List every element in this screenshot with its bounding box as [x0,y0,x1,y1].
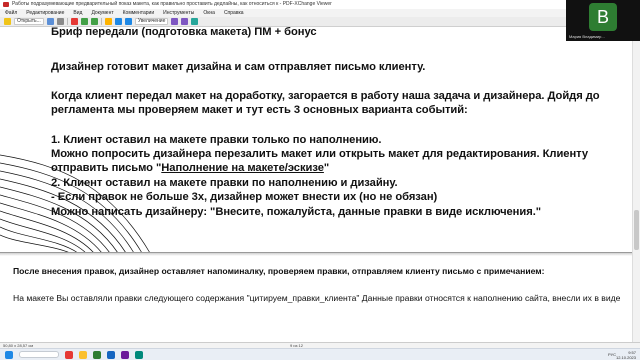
fit-page-icon[interactable] [171,18,179,25]
menu-item-edit[interactable]: Редактирование [26,9,64,17]
start-icon[interactable] [5,350,13,359]
slide-text-case-1: 1. Клиент оставил на макете правки тольк… [51,134,382,146]
toolbar-divider [66,18,68,25]
app-icon-teal[interactable] [135,350,143,359]
slide-text-client-1: Когда клиент передал макет на доработку,… [51,90,600,102]
clock-date: 12.10.2023 [615,355,636,360]
page2-notice: После внесения правок, дизайнер оставляе… [13,266,545,276]
toolbar-divider [100,18,102,25]
slide-text-case-2: 2. Клиент оставил на макете правки по на… [51,177,398,189]
print-icon[interactable] [56,18,64,25]
menu-item-file[interactable]: Файл [5,9,17,17]
vertical-scrollbar[interactable] [632,27,640,342]
page2-body: На макете Вы оставляли правки следующего… [13,293,621,303]
slide-text-case-2-note: Можно написать дизайнеру: "Внесите, пожа… [51,206,542,218]
avatar: В [589,3,617,31]
hand-tool-icon[interactable] [104,18,112,25]
slide-text-case-1-detail: Можно попросить дизайнера перезалить мак… [51,148,589,160]
menu-bar: Файл Редактирование Вид Документ Коммент… [0,9,566,17]
open-button[interactable]: Открыть... [14,18,44,25]
zoom-tool-icon[interactable] [124,18,132,25]
browser-icon[interactable] [107,350,115,359]
menu-item-tools[interactable]: Инструменты [163,9,194,17]
page-shadow [0,253,632,256]
back-icon[interactable] [80,18,88,25]
pdf-icon[interactable] [70,18,78,25]
select-tool-icon[interactable] [114,18,122,25]
slide-text-letter-prefix: отправить письмо " [51,162,162,174]
participant-name: Мария Владимир... [569,34,605,39]
menu-item-windows[interactable]: Окна [203,9,215,17]
rotate-icon[interactable] [191,18,199,25]
toolbar: Открыть... Увеличение [0,17,566,27]
slide-text-designer: Дизайнер готовит макет дизайна и сам отп… [51,61,426,73]
pdf-viewer-icon[interactable] [65,350,73,359]
zoom-button[interactable]: Увеличение [134,18,169,25]
menu-item-help[interactable]: Справка [224,9,244,17]
menu-item-document[interactable]: Документ [91,9,113,17]
system-clock[interactable]: 9:57 12.10.2023 [616,350,636,360]
taskbar-search[interactable] [19,351,59,358]
taskbar: РУС 9:57 12.10.2023 [0,348,640,360]
letter-template-link[interactable]: Наполнение на макете/эскизе [161,162,324,174]
scrollbar-thumb[interactable] [634,210,639,250]
app-icon-purple[interactable] [121,350,129,359]
window-titlebar: Работы подразумевающие предварительный п… [0,0,566,9]
video-call-tile[interactable]: В Мария Владимир... [566,0,640,41]
language-indicator[interactable]: РУС [608,352,616,357]
slide-text-brief: Бриф передали (подготовка макета) ПМ + б… [51,27,317,38]
app-icon-green[interactable] [93,350,101,359]
slide-text-client-2: регламента мы проверяем макет и тут есть… [51,104,468,116]
file-explorer-icon[interactable] [79,350,87,359]
window-title: Работы подразумевающие предварительный п… [12,1,332,7]
slide-text-case-2-detail: - Если правок не больше 3х, дизайнер мож… [51,191,438,203]
slide-text-case-1-letter: отправить письмо "Наполнение на макете/э… [51,161,329,175]
pdf-page-current: Бриф передали (подготовка макета) ПМ + б… [0,27,632,273]
app-icon [3,2,9,7]
menu-item-comments[interactable]: Комментарии [123,9,155,17]
slide-text-letter-suffix: " [323,162,330,174]
menu-item-view[interactable]: Вид [73,9,82,17]
save-icon[interactable] [46,18,54,25]
forward-icon[interactable] [90,18,98,25]
fit-width-icon[interactable] [181,18,189,25]
pdf-page-next [0,280,632,342]
folder-icon[interactable] [4,18,11,25]
